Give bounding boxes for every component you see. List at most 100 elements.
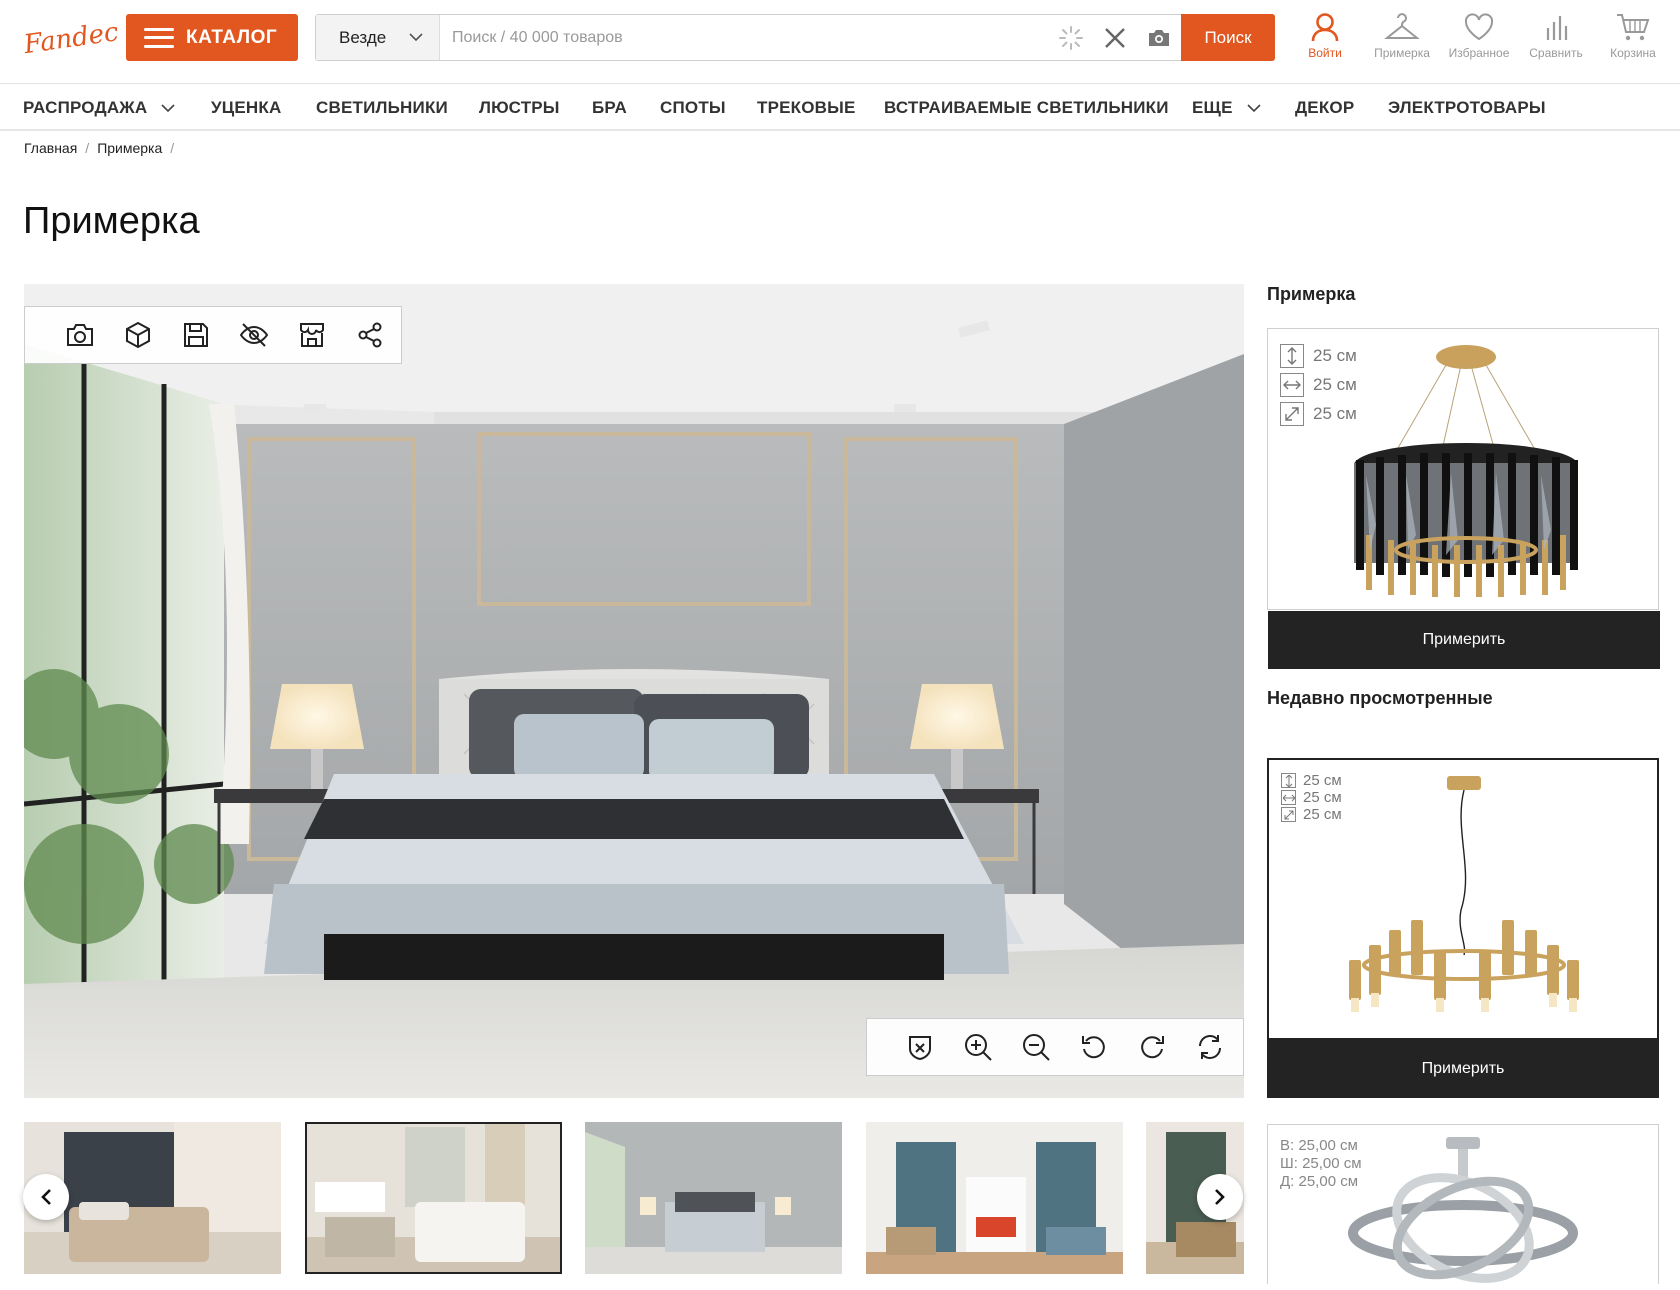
cart-icon — [1617, 14, 1650, 41]
room-scene-image — [24, 284, 1244, 1098]
user-icon — [1311, 13, 1339, 42]
thumbnails-prev-button[interactable] — [23, 1174, 69, 1220]
chevron-right-icon — [1215, 1189, 1225, 1205]
compare-button[interactable]: Сравнить — [1517, 12, 1595, 60]
room-viewer[interactable] — [24, 284, 1244, 1098]
reset-button[interactable] — [1181, 1027, 1239, 1067]
breadcrumb-current[interactable]: Примерка — [97, 140, 162, 156]
rotate-right-button[interactable] — [1123, 1027, 1181, 1067]
breadcrumb-home[interactable]: Главная — [24, 140, 77, 156]
clear-search-icon[interactable] — [1093, 15, 1137, 60]
svg-text:Fandeco: Fandeco — [22, 15, 117, 60]
fitting-button[interactable]: Примерка — [1363, 12, 1441, 60]
login-button[interactable]: Войти — [1286, 12, 1364, 60]
camera-icon — [67, 324, 93, 346]
breadcrumb: Главная / Примерка / — [24, 140, 175, 156]
shield-x-icon — [909, 1036, 931, 1061]
hide-button[interactable] — [225, 315, 283, 355]
nav-label: СПОТЫ — [660, 98, 726, 117]
recent-section-title: Недавно просмотренные — [1267, 688, 1493, 708]
favorites-label: Избранное — [1448, 46, 1510, 60]
nav-item-chandeliers[interactable]: ЛЮСТРЫ — [479, 98, 560, 118]
try-on-button[interactable]: Примерить — [1268, 611, 1660, 669]
fitting-label: Примерка — [1374, 46, 1430, 60]
recent-product-card[interactable]: В: 25,00 см Ш: 25,00 см Д: 25,00 см — [1267, 1124, 1659, 1284]
nav-item-electrical[interactable]: ЭЛЕКТРОТОВАРЫ — [1388, 98, 1546, 118]
room-thumbnail-image — [866, 1122, 1123, 1274]
nav-item-sconces[interactable]: БРА — [592, 98, 627, 118]
room-thumbnails — [24, 1122, 1244, 1274]
chrome-chandelier-image — [1348, 1137, 1578, 1283]
chevron-left-icon — [41, 1189, 51, 1205]
nav-label: ДЕКОР — [1295, 98, 1355, 117]
viewer-toolbar — [24, 306, 402, 364]
room-thumbnail[interactable] — [866, 1122, 1123, 1274]
share-icon — [358, 322, 382, 348]
store-button[interactable] — [283, 315, 341, 355]
nav-label: ЭЛЕКТРОТОВАРЫ — [1388, 98, 1546, 117]
recent-product-card-selected[interactable]: 25 см 25 см 25 см Примерить — [1267, 758, 1659, 1098]
nav-item-more[interactable]: ЕЩЕ — [1192, 98, 1261, 118]
height-icon — [1280, 343, 1304, 368]
chevron-down-icon — [161, 103, 175, 112]
nav-label: ТРЕКОВЫЕ — [757, 98, 856, 117]
crystal-chandelier-image — [1354, 345, 1578, 597]
screenshot-button[interactable] — [51, 315, 109, 355]
search-button[interactable]: Поиск — [1181, 14, 1275, 61]
width-icon — [1280, 372, 1304, 397]
height-icon — [1281, 773, 1296, 788]
search-scope-value: Везде — [339, 27, 387, 47]
nav-label: ЛЮСТРЫ — [479, 98, 560, 117]
nav-label: ЕЩЕ — [1192, 98, 1233, 117]
nav-label: СВЕТИЛЬНИКИ — [316, 98, 448, 117]
nav-item-spots[interactable]: СПОТЫ — [660, 98, 726, 118]
nav-item-sale[interactable]: РАСПРОДАЖА — [23, 98, 175, 118]
cart-button[interactable]: Корзина — [1594, 12, 1672, 60]
eye-off-icon — [239, 323, 269, 347]
main-navigation: РАСПРОДАЖА УЦЕНКА СВЕТИЛЬНИКИ ЛЮСТРЫ БРА… — [0, 85, 1680, 131]
room-thumbnail-image — [305, 1122, 562, 1274]
chevron-down-icon — [1247, 103, 1261, 112]
search-input[interactable] — [440, 15, 1049, 60]
3d-view-button[interactable] — [109, 315, 167, 355]
viewer-zoom-toolbar — [866, 1018, 1244, 1076]
room-thumbnail-selected[interactable] — [305, 1122, 562, 1274]
favorites-button[interactable]: Избранное — [1440, 12, 1518, 60]
store-icon — [300, 323, 324, 347]
nav-label: ВСТРАИВАЕМЫЕ СВЕТИЛЬНИКИ — [884, 98, 1169, 117]
nav-item-lamps[interactable]: СВЕТИЛЬНИКИ — [316, 98, 448, 118]
try-on-button[interactable]: Примерить — [1267, 1040, 1659, 1098]
fandeco-logo[interactable]: Fandeco — [22, 12, 117, 62]
room-thumbnail-image — [585, 1122, 842, 1274]
search-scope-select[interactable]: Везде — [316, 15, 440, 60]
room-thumbnail[interactable] — [585, 1122, 842, 1274]
thumbnails-next-button[interactable] — [1197, 1174, 1243, 1220]
rotate-right-icon — [1141, 1036, 1164, 1059]
nav-item-track[interactable]: ТРЕКОВЫЕ — [757, 98, 856, 118]
loading-spinner-icon — [1049, 15, 1093, 60]
camera-search-icon[interactable] — [1137, 15, 1181, 60]
rotate-left-icon — [1082, 1036, 1105, 1059]
save-button[interactable] — [167, 315, 225, 355]
compare-label: Сравнить — [1529, 46, 1583, 60]
nav-item-recessed[interactable]: ВСТРАИВАЕМЫЕ СВЕТИЛЬНИКИ — [884, 98, 1169, 118]
nav-item-markdown[interactable]: УЦЕНКА — [211, 98, 281, 118]
gold-chandelier-image — [1349, 776, 1579, 1012]
depth-icon — [1281, 807, 1296, 822]
zoom-out-button[interactable] — [1007, 1027, 1065, 1067]
zoom-in-icon — [965, 1034, 992, 1061]
depth-icon — [1280, 401, 1304, 426]
login-label: Войти — [1308, 46, 1342, 60]
zoom-in-button[interactable] — [949, 1027, 1007, 1067]
header: Fandeco КАТАЛОГ Везде Поиск Войти Пример… — [0, 0, 1680, 84]
rotate-left-button[interactable] — [1065, 1027, 1123, 1067]
refresh-icon — [1199, 1035, 1221, 1059]
catalog-button[interactable]: КАТАЛОГ — [126, 14, 298, 61]
nav-item-decor[interactable]: ДЕКОР — [1295, 98, 1354, 118]
width-icon — [1281, 790, 1296, 805]
page-title: Примерка — [23, 200, 200, 242]
share-button[interactable] — [341, 315, 399, 355]
save-icon — [184, 323, 208, 347]
remove-button[interactable] — [891, 1027, 949, 1067]
fitting-product-card[interactable]: 25 см 25 см 25 см Примерить — [1267, 328, 1660, 669]
